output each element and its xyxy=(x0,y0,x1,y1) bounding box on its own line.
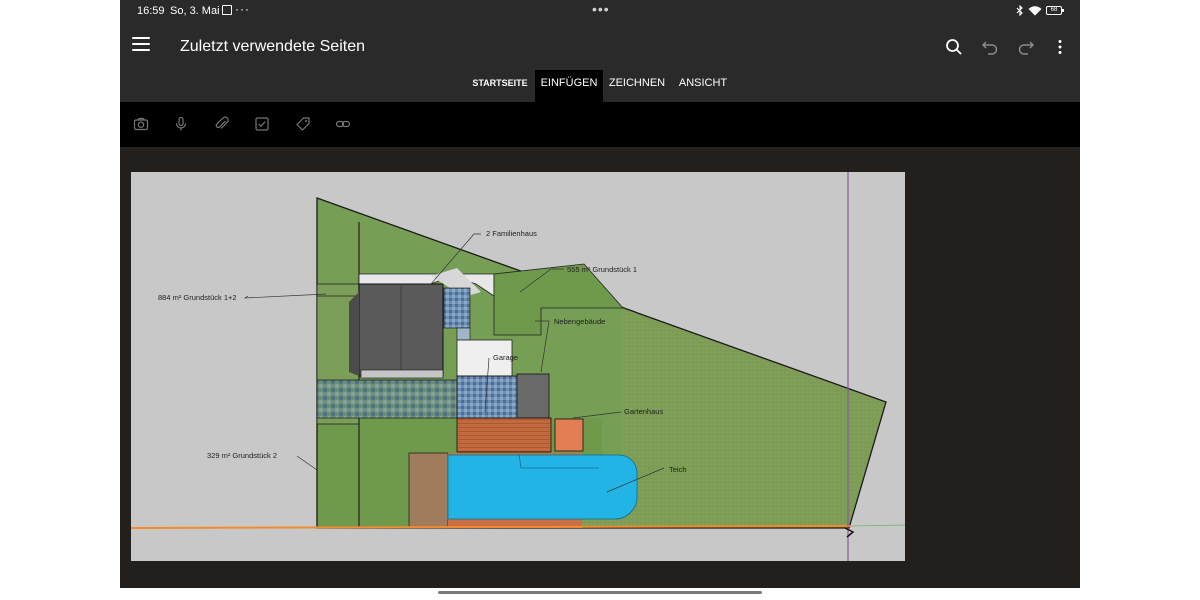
label-teich: Teich xyxy=(669,465,687,474)
status-time: 16:59 xyxy=(137,5,165,17)
hamburger-menu-icon[interactable] xyxy=(132,37,150,53)
redo-icon[interactable] xyxy=(1016,37,1036,57)
multiwindow-handle-icon[interactable]: ••• xyxy=(592,1,610,17)
bluetooth-icon xyxy=(1016,5,1023,16)
app-bar: Zuletzt verwendete Seiten xyxy=(120,24,1080,70)
tab-zeichnen[interactable]: ZEICHNEN xyxy=(603,70,671,102)
garden-house xyxy=(456,417,552,453)
battery-icon: 68 xyxy=(1046,6,1064,15)
ribbon-tabs: STARTSEITE EINFÜGEN ZEICHNEN ANSICHT xyxy=(120,70,1080,102)
search-icon[interactable] xyxy=(944,37,964,57)
more-notifications-icon: ··· xyxy=(235,2,250,16)
label-grundstueck-1-2: 884 m² Grundstück 1+2 xyxy=(158,293,237,302)
tag-icon[interactable] xyxy=(295,116,311,132)
gesture-home-bar[interactable] xyxy=(438,591,762,594)
inserted-site-plan-image[interactable]: 2 Familienhaus 555 m² Grundstück 1 884 m… xyxy=(131,172,905,561)
label-grundstueck-1: 555 m² Grundstück 1 xyxy=(567,265,637,274)
label-grundstueck-2: 329 m² Grundstück 2 xyxy=(207,451,277,460)
tab-startseite[interactable]: STARTSEITE xyxy=(465,70,535,102)
microphone-icon[interactable] xyxy=(173,116,189,132)
label-nebengebaeude: Nebengebäude xyxy=(554,317,605,326)
status-bar: 16:59 So, 3. Mai ··· ••• 68 xyxy=(120,0,1080,24)
attachment-icon[interactable] xyxy=(214,116,230,132)
gallery-notification-icon xyxy=(222,5,232,15)
label-familienhaus: 2 Familienhaus xyxy=(486,229,537,238)
label-gartenhaus: Gartenhaus xyxy=(624,407,663,416)
status-date: So, 3. Mai xyxy=(170,5,220,17)
undo-icon[interactable] xyxy=(980,37,1000,57)
wifi-icon xyxy=(1028,6,1042,16)
checkbox-icon[interactable] xyxy=(254,116,270,132)
outbuilding xyxy=(516,373,550,419)
more-vert-icon[interactable] xyxy=(1050,37,1070,57)
tablet-screen: 16:59 So, 3. Mai ··· ••• 68 Zuletzt verw… xyxy=(120,0,1080,588)
pond xyxy=(447,454,638,520)
tab-ansicht[interactable]: ANSICHT xyxy=(671,70,735,102)
insert-toolbar xyxy=(120,102,1080,147)
page-title: Zuletzt verwendete Seiten xyxy=(180,38,365,55)
garage xyxy=(456,375,520,419)
site-plan-drawing: 2 Familienhaus 555 m² Grundstück 1 884 m… xyxy=(131,172,905,561)
tab-einfuegen[interactable]: EINFÜGEN xyxy=(535,70,603,102)
link-icon[interactable] xyxy=(335,116,351,132)
camera-icon[interactable] xyxy=(133,116,149,132)
label-garage: Garage xyxy=(493,353,518,362)
